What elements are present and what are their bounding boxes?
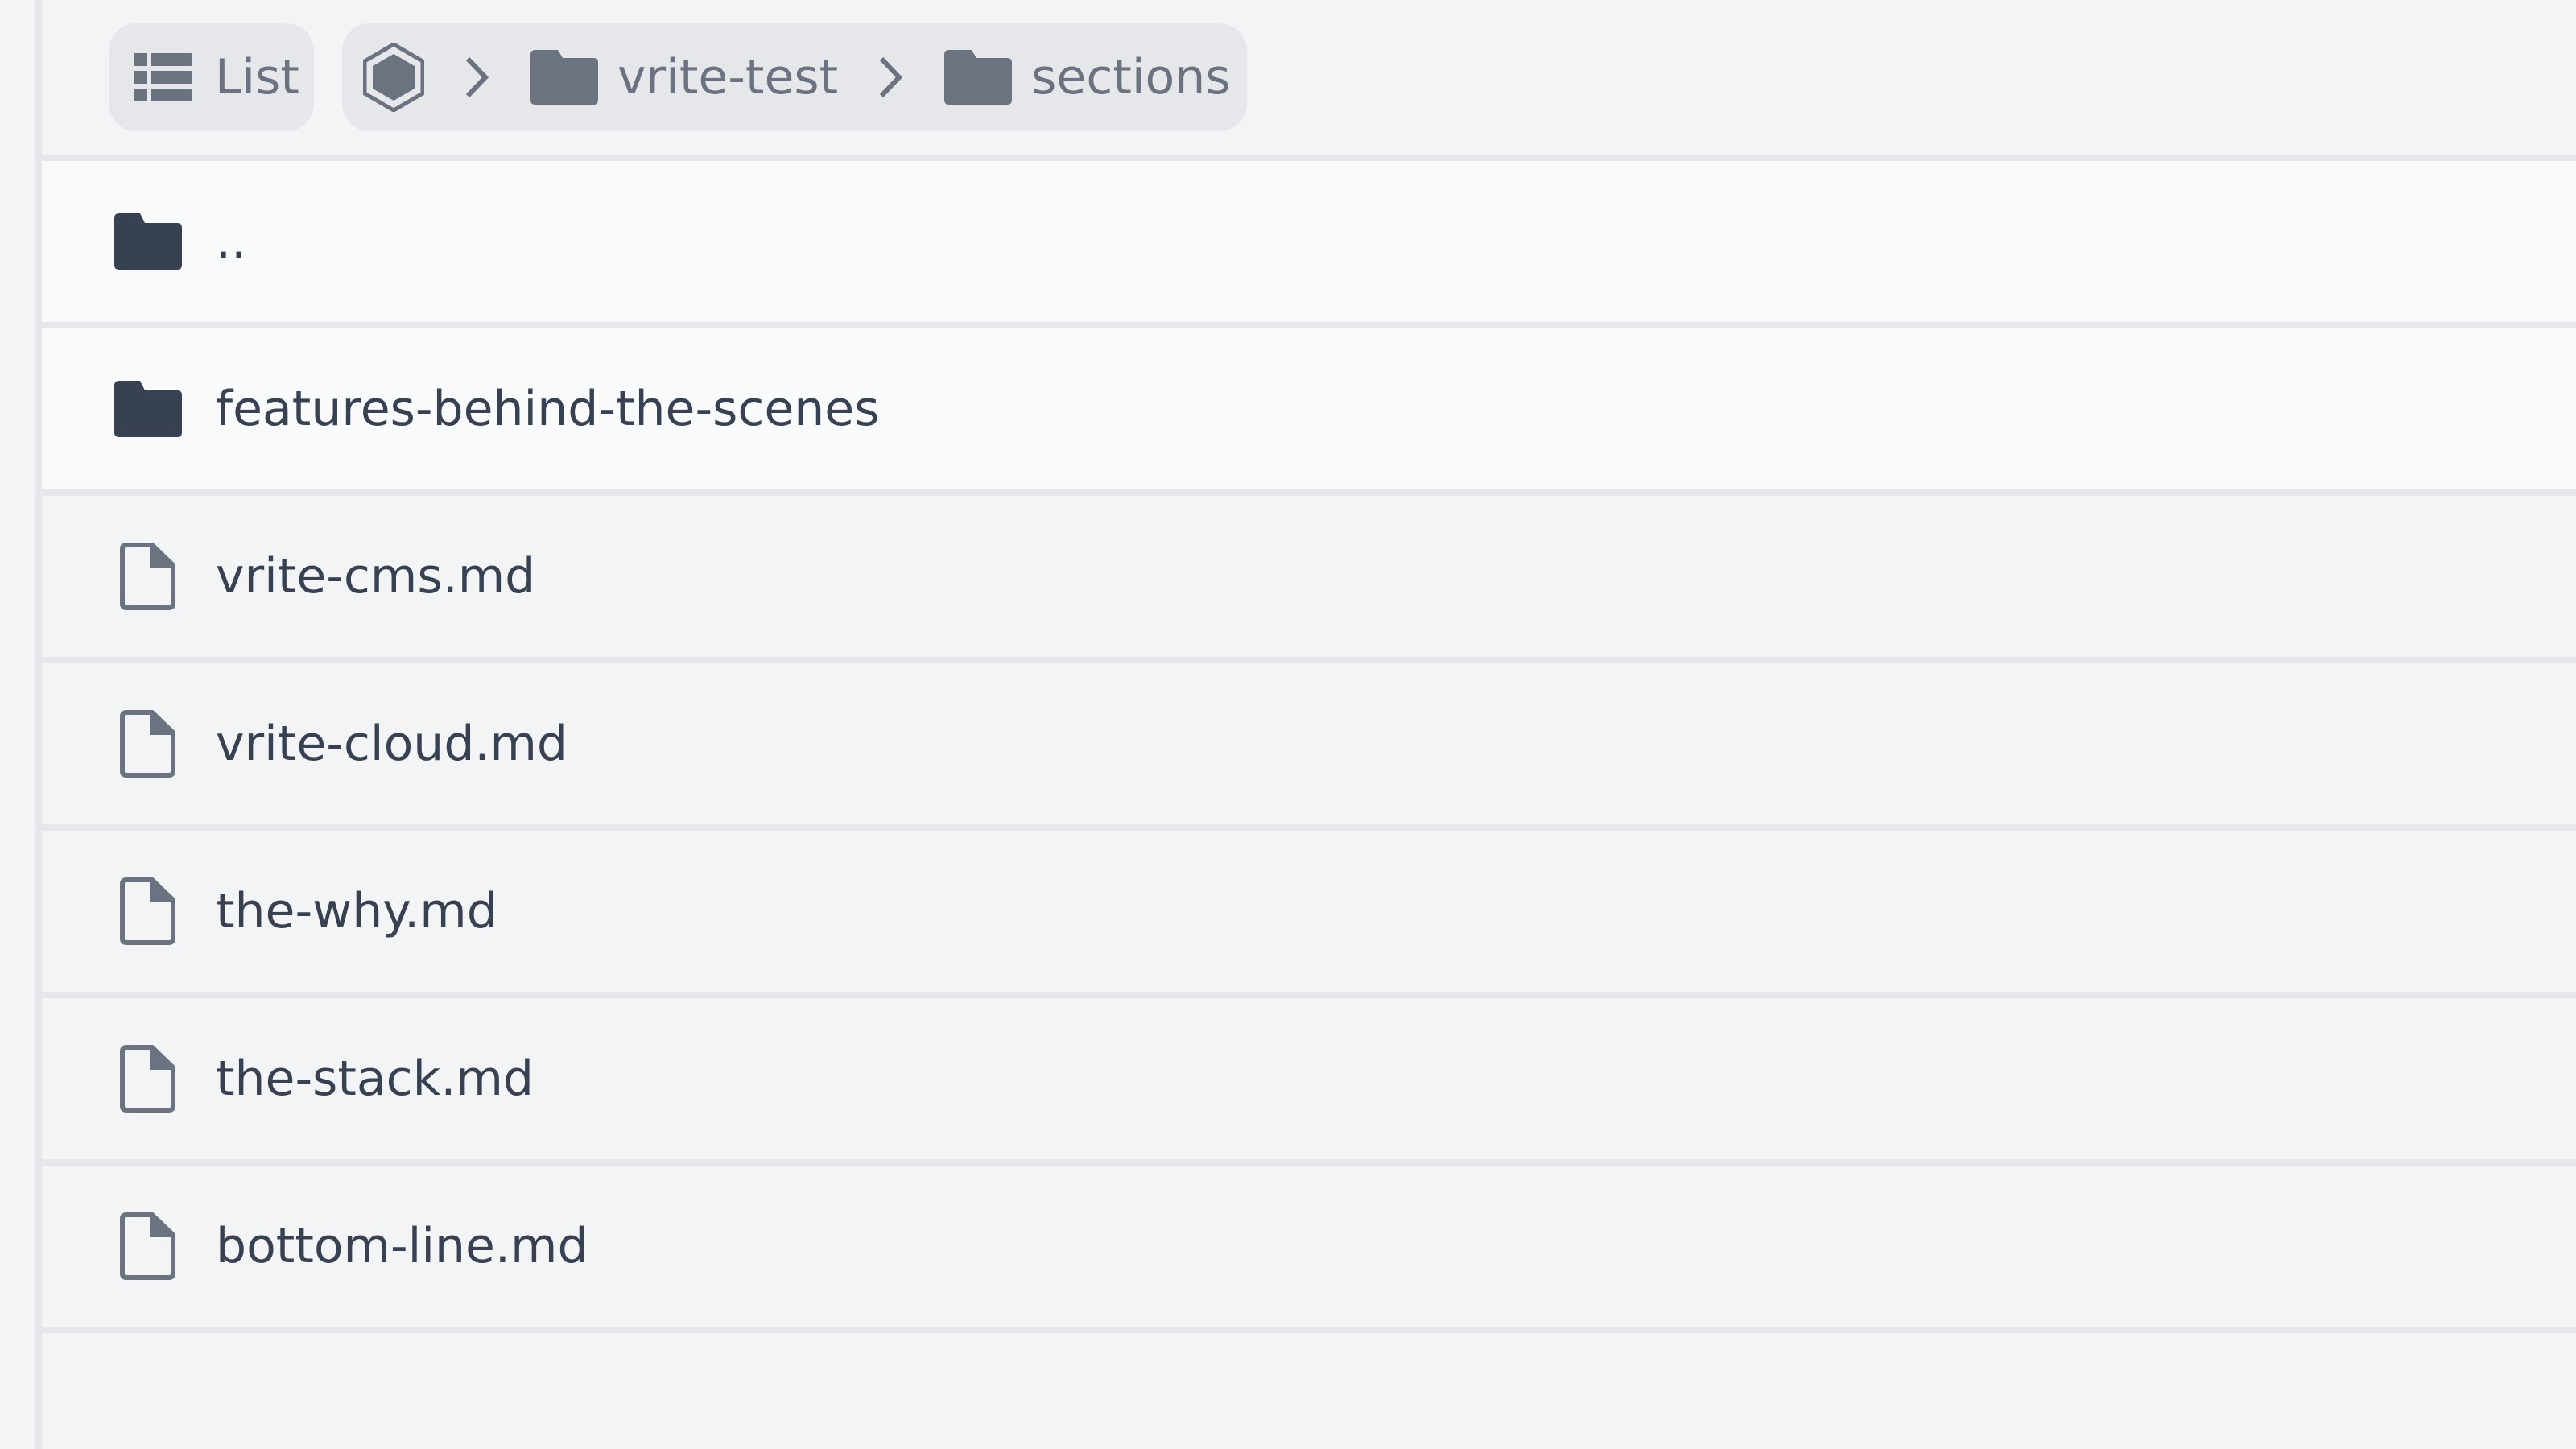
folder-icon: [114, 208, 182, 275]
view-toggle-label: List: [215, 49, 299, 105]
item-name: the-stack.md: [216, 1051, 535, 1107]
folder-icon: [530, 50, 598, 105]
file-icon: [114, 877, 182, 945]
toolbar: List vrite-test sections: [42, 0, 2576, 155]
left-border: [35, 0, 42, 1449]
list-item-folder[interactable]: features-behind-the-scenes: [42, 322, 2576, 489]
chevron-right-icon: [877, 56, 904, 99]
list-item-file[interactable]: vrite-cms.md: [42, 489, 2576, 657]
item-name: bottom-line.md: [216, 1218, 588, 1274]
breadcrumb-item-sections[interactable]: sections: [1031, 53, 1230, 101]
file-explorer: List vrite-test sections .. features-beh…: [0, 0, 2576, 1449]
list-item-parent-folder[interactable]: ..: [42, 155, 2576, 322]
folder-icon: [944, 50, 1013, 105]
list-item-file[interactable]: the-why.md: [42, 824, 2576, 992]
file-icon: [114, 543, 182, 610]
list-item-file[interactable]: bottom-line.md: [42, 1159, 2576, 1333]
item-name: features-behind-the-scenes: [216, 381, 880, 437]
item-name: ..: [216, 213, 247, 270]
hexagon-icon[interactable]: [363, 43, 424, 112]
chevron-right-icon: [463, 56, 490, 99]
file-icon: [114, 1212, 182, 1280]
item-name: the-why.md: [216, 883, 497, 939]
list-item-file[interactable]: the-stack.md: [42, 992, 2576, 1159]
breadcrumb: vrite-test sections: [342, 23, 1247, 131]
list-icon: [134, 53, 192, 101]
file-icon: [114, 1045, 182, 1113]
file-list: .. features-behind-the-scenes vrite-cms.…: [42, 155, 2576, 1333]
file-icon: [114, 710, 182, 778]
list-item-file[interactable]: vrite-cloud.md: [42, 657, 2576, 824]
view-toggle-button[interactable]: List: [109, 23, 314, 131]
item-name: vrite-cms.md: [216, 548, 536, 605]
item-name: vrite-cloud.md: [216, 716, 568, 772]
folder-icon: [114, 375, 182, 443]
breadcrumb-item-vrite-test[interactable]: vrite-test: [617, 53, 838, 101]
